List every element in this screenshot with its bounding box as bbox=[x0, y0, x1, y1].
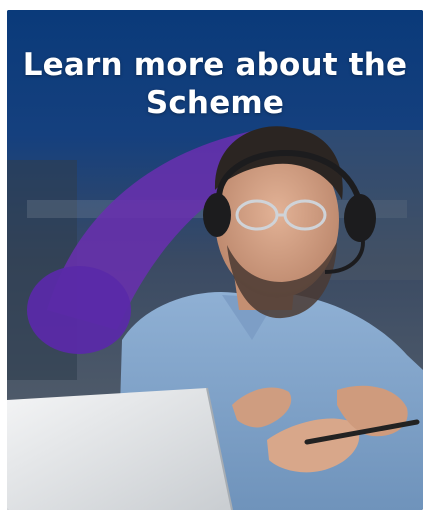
laptop-icon bbox=[7, 388, 232, 510]
promo-headline: Learn more about the Scheme bbox=[22, 47, 408, 121]
purple-blob bbox=[27, 266, 131, 354]
promo-banner[interactable]: Learn more about the Scheme bbox=[7, 10, 423, 510]
page-frame: Learn more about the Scheme bbox=[0, 0, 432, 521]
